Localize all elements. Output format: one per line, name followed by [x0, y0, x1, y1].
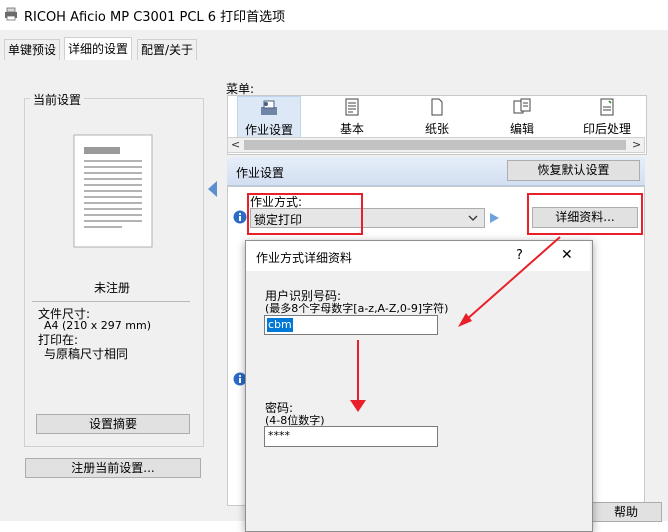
- password-input[interactable]: [264, 426, 438, 447]
- tab-detailed-settings[interactable]: 详细的设置: [64, 37, 133, 61]
- job-details-dialog: [245, 240, 593, 532]
- menu-item-paper[interactable]: 纸张: [405, 96, 469, 138]
- basic-icon: [345, 98, 359, 116]
- scrollbar-thumb[interactable]: [244, 140, 626, 150]
- highlight-box-job-type: [247, 193, 363, 235]
- paper-icon: [431, 98, 443, 116]
- highlight-box-details: [527, 193, 643, 235]
- registration-status: 未注册: [94, 281, 131, 295]
- menu-item-label: 印后处理: [582, 122, 631, 136]
- user-id-hint: (最多8个字母数字[a-z,A-Z,0-9]字符): [265, 302, 449, 315]
- register-settings-button[interactable]: 注册当前设置...: [25, 458, 201, 478]
- help-button[interactable]: 帮助: [590, 502, 662, 522]
- menu-item-label: 作业设置: [244, 123, 293, 137]
- window-title: RICOH Aficio MP C3001 PCL 6 打印首选项: [24, 10, 286, 25]
- menu-item-finishing[interactable]: 印后处理: [575, 96, 639, 138]
- chevron-down-icon: [468, 215, 478, 221]
- tab-one-click-presets[interactable]: 单键预设: [4, 39, 61, 60]
- printer-icon: [5, 7, 17, 21]
- scroll-right-icon[interactable]: >: [632, 138, 641, 151]
- menu-item-edit[interactable]: 编辑: [490, 96, 554, 138]
- user-id-value: cbm: [267, 318, 293, 332]
- menu-item-basic[interactable]: 基本: [320, 96, 384, 138]
- collapse-left-arrow-icon[interactable]: [206, 180, 218, 198]
- job-settings-icon: [261, 100, 277, 115]
- section-title: 作业设置: [236, 166, 285, 180]
- print-on-value: 与原稿尺寸相同: [44, 347, 129, 361]
- menu-item-label: 基本: [339, 122, 364, 136]
- menu-item-job-settings[interactable]: 作业设置: [237, 96, 301, 138]
- current-settings-title: 当前设置: [30, 91, 85, 108]
- dialog-title: 作业方式详细资料: [256, 251, 353, 265]
- tab-config-about[interactable]: 配置/关于: [137, 39, 198, 60]
- title-bar: RICOH Aficio MP C3001 PCL 6 打印首选项: [0, 0, 668, 30]
- menu-item-label: 纸张: [424, 122, 449, 136]
- settings-summary-button[interactable]: 设置摘要: [36, 414, 190, 434]
- play-arrow-icon: [490, 213, 499, 223]
- divider: [32, 301, 190, 302]
- finishing-icon: [600, 98, 614, 116]
- page-preview-icon: [73, 134, 153, 248]
- menu-item-label: 编辑: [509, 122, 534, 136]
- reset-defaults-button[interactable]: 恢复默认设置: [507, 160, 640, 181]
- scroll-left-icon[interactable]: <: [231, 138, 240, 151]
- edit-icon: [513, 98, 531, 114]
- password-value: ****: [268, 429, 290, 442]
- help-icon[interactable]: ?: [516, 248, 523, 263]
- close-icon[interactable]: ✕: [561, 247, 573, 263]
- info-icon: [233, 210, 247, 224]
